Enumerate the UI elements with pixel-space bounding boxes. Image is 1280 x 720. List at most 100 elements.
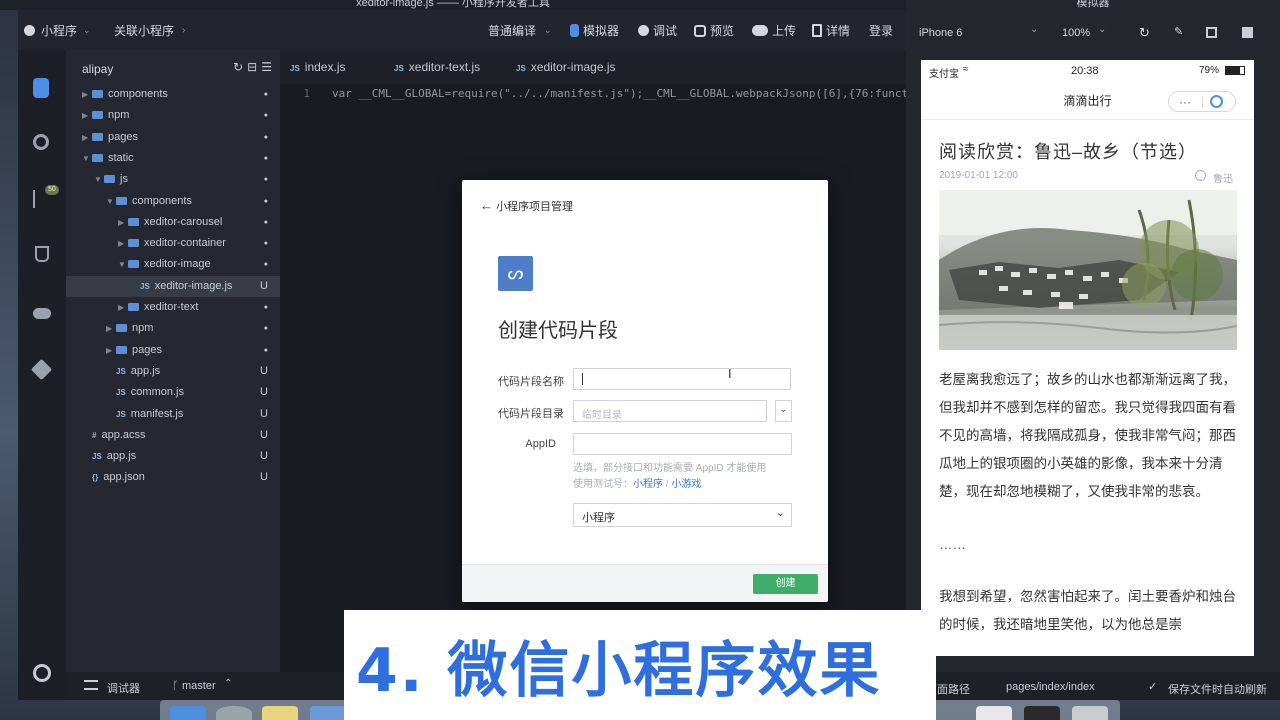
caret-right-icon: ▶	[82, 111, 89, 121]
carrier-label: 支付宝	[929, 69, 959, 80]
layers-icon[interactable]	[30, 358, 53, 381]
caret-right-icon: ▶	[106, 345, 113, 355]
close-circle-icon[interactable]	[1210, 95, 1223, 108]
page-path-value[interactable]: pages/index/index	[1006, 681, 1095, 693]
zoom-select[interactable]: 100%	[1062, 27, 1090, 39]
debug-label: 调试	[653, 24, 678, 38]
tree-item-npm[interactable]: ▶ npm ●	[66, 105, 280, 126]
test-mini-program-link[interactable]: 小程序	[633, 479, 663, 490]
project-type-select[interactable]: 小程序 ⌄	[573, 503, 792, 527]
snippet-dir-input[interactable]: 临时目录	[573, 400, 767, 422]
folder-icon	[92, 153, 103, 162]
pin-icon[interactable]: ✎	[1174, 25, 1183, 38]
tree-item-xeditor-image-js[interactable]: JS xeditor-image.js U	[66, 275, 280, 297]
tab-label: xeditor-text.js	[408, 60, 481, 74]
caret-down-icon: ▼	[118, 260, 126, 270]
simulator-toggle-button[interactable]: 模拟器	[570, 22, 619, 39]
file-explorer: alipay ↻ ⊟ ☰ ▶ components ● ▶ npm ● ▶ pages ● ▼ st…	[66, 50, 280, 672]
tree-item-static[interactable]: ▼ static ●	[66, 148, 280, 169]
trash-icon[interactable]	[1072, 706, 1108, 720]
appid-input[interactable]	[573, 433, 792, 455]
tree-item-xeditor-image[interactable]: ▼ xeditor-image ●	[66, 254, 280, 275]
create-button[interactable]: 创建	[753, 574, 818, 594]
folder-icon	[116, 196, 127, 205]
terminal-icon[interactable]	[1024, 706, 1060, 720]
upload-label: 上传	[772, 24, 797, 38]
tab-index-js[interactable]: JS index.js	[290, 50, 345, 84]
login-button[interactable]: 登录	[869, 22, 893, 39]
chevron-down-icon: ⌄	[83, 25, 91, 35]
source-control-icon[interactable]	[33, 190, 43, 208]
tree-item-xeditor-carousel[interactable]: ▶ xeditor-carousel ●	[66, 212, 280, 233]
project-type-selector[interactable]: 小程序 ⌄	[24, 22, 91, 39]
tab-xeditor-text-js[interactable]: JS xeditor-text.js	[394, 50, 480, 84]
search-icon[interactable]	[33, 134, 49, 150]
appid-hint-text: 选填，部分接口和功能需要 AppID 才能使用	[573, 463, 767, 474]
tree-item-common-js[interactable]: JS common.js U	[66, 382, 280, 403]
simulator-toolbar: iPhone 6 ⌄ 100% ⌄ ↻ ✎	[906, 18, 1280, 48]
tree-item-label: xeditor-text	[144, 301, 199, 313]
tree-item-manifest-js[interactable]: JS manifest.js U	[66, 404, 280, 425]
preview-button[interactable]: 预览	[694, 22, 734, 39]
tree-item-app-acss[interactable]: # app.acss U	[66, 425, 280, 446]
sliders-icon[interactable]	[84, 680, 98, 690]
git-status-mark: ●	[263, 346, 268, 354]
tree-item-components[interactable]: ▼ components ●	[66, 191, 280, 212]
capsule-menu[interactable]: ···	[1168, 91, 1236, 112]
notes-icon[interactable]	[262, 706, 298, 720]
split-icon[interactable]	[1242, 27, 1253, 38]
git-status-mark: ●	[263, 91, 268, 98]
files-icon[interactable]	[33, 78, 49, 98]
refresh-icon[interactable]: ↻	[233, 60, 243, 74]
tree-item-xeditor-text[interactable]: ▶ xeditor-text ●	[66, 297, 280, 318]
document-app-icon[interactable]	[976, 706, 1012, 720]
chevron-down-icon: ⌄	[544, 25, 552, 35]
checkbox-icon[interactable]: ✓	[1148, 680, 1157, 693]
snippet-name-input[interactable]	[573, 368, 791, 390]
tree-item-pages[interactable]: ▶ pages ●	[66, 340, 280, 361]
grid-icon[interactable]	[1206, 27, 1217, 38]
settings-gear-icon[interactable]	[33, 664, 51, 682]
details-button[interactable]: 详情	[812, 22, 850, 39]
autosave-label[interactable]: 保存文件时自动刷新	[1168, 681, 1267, 697]
launchpad-icon[interactable]	[216, 706, 252, 720]
compile-mode-select[interactable]: 普通编译 ⌄	[488, 22, 552, 39]
git-status-mark: ●	[263, 240, 268, 248]
upload-button[interactable]: 上传	[752, 22, 796, 39]
simulator-footer: 页面路径 pages/index/index ✓ 保存文件时自动刷新	[906, 672, 1280, 700]
debug-button[interactable]: 调试	[638, 22, 677, 39]
debugger-label[interactable]: 调试器	[107, 680, 140, 696]
caret-right-icon: ▶	[118, 217, 125, 227]
back-to-project-manager[interactable]: ← 小程序项目管理	[480, 198, 573, 214]
test-account-line: 使用测试号：小程序 / 小游戏	[573, 477, 803, 493]
battery-label: 79%	[1199, 65, 1220, 76]
device-select[interactable]: iPhone 6	[919, 27, 962, 39]
related-mini-program-button[interactable]: 关联小程序 ›	[114, 22, 185, 39]
cloud-icon[interactable]	[33, 308, 51, 319]
collapse-icon[interactable]: ⊟	[247, 60, 257, 74]
tree-item-app-json[interactable]: {} app.json U	[66, 467, 280, 488]
tree-item-npm[interactable]: ▶ npm ●	[66, 318, 280, 339]
preview-app-icon[interactable]	[310, 706, 346, 720]
tree-item-xeditor-container[interactable]: ▶ xeditor-container ●	[66, 233, 280, 254]
test-mini-game-link[interactable]: 小游戏	[671, 479, 701, 490]
tree-item-pages[interactable]: ▶ pages ●	[66, 127, 280, 148]
article-ellipsis: ……	[939, 537, 966, 552]
finder-icon[interactable]	[170, 706, 206, 720]
menu-icon[interactable]: ☰	[261, 60, 272, 74]
tree-item-label: components	[132, 194, 192, 207]
phone-status-bar: 支付宝 ≈ 20:38 79%	[921, 60, 1254, 82]
more-icon[interactable]: ···	[1179, 83, 1191, 121]
tree-item-app-js[interactable]: JS app.js U	[66, 446, 280, 467]
tree-item-js[interactable]: ▼ js ●	[66, 169, 280, 190]
bug-icon	[638, 25, 649, 36]
tree-item-label: manifest.js	[130, 407, 184, 420]
appid-hint: 选填，部分接口和功能需要 AppID 才能使用 使用测试号：小程序 / 小游戏	[573, 461, 803, 493]
tab-xeditor-image-js[interactable]: JS xeditor-image.js	[516, 50, 616, 84]
tree-item-components[interactable]: ▶ components ●	[66, 84, 280, 105]
dir-dropdown-button[interactable]: ⌄	[775, 400, 792, 422]
branch-label[interactable]: master	[182, 680, 216, 692]
tree-item-app-js[interactable]: JS app.js U	[66, 361, 280, 382]
refresh-icon[interactable]: ↻	[1139, 25, 1150, 41]
flask-icon[interactable]	[35, 246, 49, 262]
